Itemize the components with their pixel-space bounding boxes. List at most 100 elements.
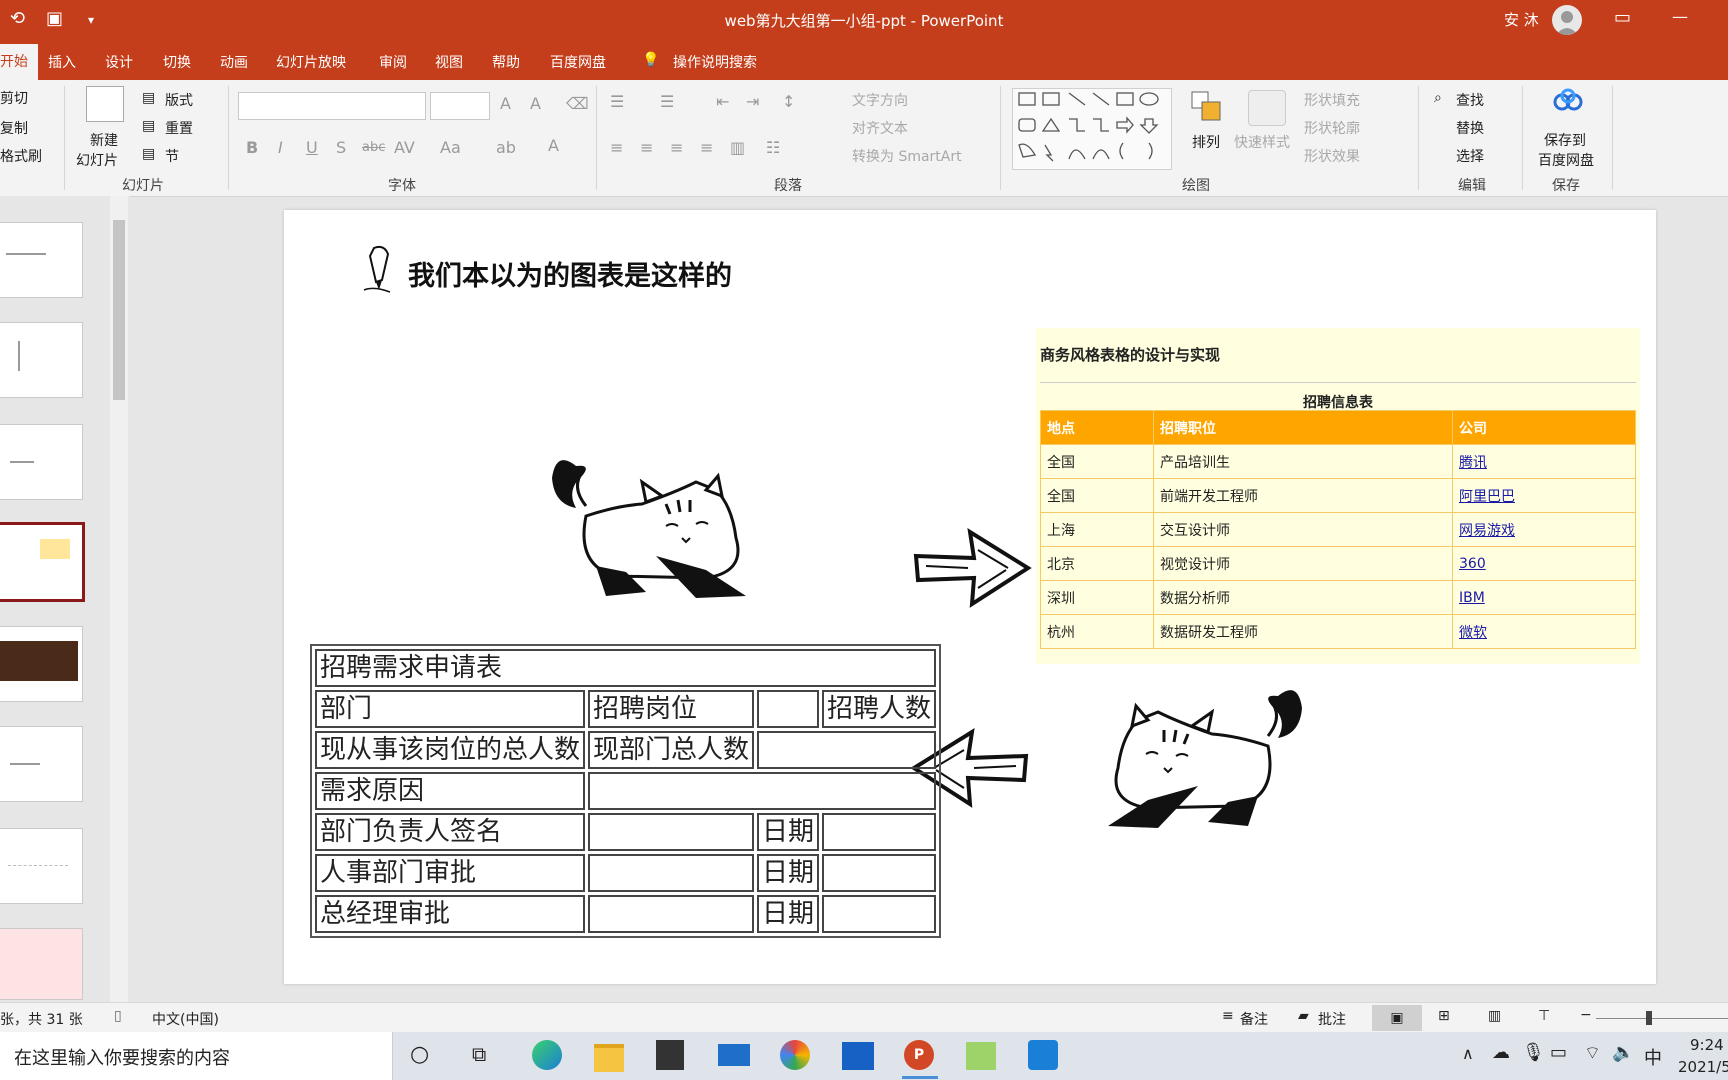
tab-insert[interactable]: 插入 — [48, 52, 76, 72]
text-direction-button[interactable]: 文字方向 — [852, 90, 908, 110]
strikethrough-button[interactable]: abc — [362, 140, 385, 155]
slide-sorter-icon[interactable]: ⊞ — [1438, 1008, 1450, 1024]
decrease-indent-icon[interactable]: ⇤ — [716, 92, 729, 111]
form-cell-empty[interactable] — [588, 854, 755, 892]
notes-button[interactable]: 备注 — [1240, 1009, 1268, 1029]
find-button[interactable]: 查找 — [1456, 90, 1484, 110]
company-link[interactable]: 阿里巴巴 — [1459, 489, 1515, 505]
format-painter-button[interactable]: 格式刷 — [0, 146, 42, 166]
quick-styles-icon[interactable] — [1248, 90, 1286, 126]
form-cell-empty[interactable] — [822, 895, 937, 933]
edge-icon[interactable] — [532, 1040, 562, 1070]
battery-icon[interactable]: ▭ — [1550, 1042, 1567, 1063]
numbering-icon[interactable]: ☰ — [660, 92, 674, 111]
arrange-icon[interactable] — [1190, 90, 1224, 124]
slide-thumbnail[interactable] — [0, 928, 83, 1000]
arrange-button[interactable]: 排列 — [1192, 132, 1220, 152]
bullets-icon[interactable]: ☰ — [610, 92, 624, 111]
slide-thumbnail[interactable] — [0, 626, 83, 702]
wifi-icon[interactable]: ⌔ — [1584, 1042, 1601, 1065]
zoom-slider[interactable] — [1596, 1018, 1728, 1019]
powerpoint-icon[interactable]: P — [904, 1040, 934, 1070]
ime-indicator[interactable]: 中 — [1644, 1044, 1662, 1070]
increase-indent-icon[interactable]: ⇥ — [746, 92, 759, 111]
tray-expand-icon[interactable]: ∧ — [1462, 1044, 1474, 1063]
copy-button[interactable]: 复制 — [0, 118, 28, 138]
shapes-gallery[interactable] — [1012, 88, 1172, 170]
zoom-out-icon[interactable]: − — [1580, 1007, 1592, 1023]
save-to-baidu-label-2[interactable]: 百度网盘 — [1538, 150, 1594, 170]
smartart-button[interactable]: 转换为 SmartArt — [852, 146, 962, 166]
new-slide-label-1[interactable]: 新建 — [90, 130, 118, 150]
scroll-thumb[interactable] — [113, 220, 125, 400]
cortana-icon[interactable]: ○ — [410, 1042, 429, 1067]
tab-review[interactable]: 审阅 — [379, 52, 407, 72]
form-cell-empty[interactable] — [757, 731, 937, 769]
layout-button[interactable]: 版式 — [165, 90, 193, 110]
save-to-baidu-label-1[interactable]: 保存到 — [1544, 130, 1586, 150]
mail-icon[interactable] — [718, 1044, 750, 1066]
columns-icon[interactable]: ▥ — [730, 138, 745, 157]
language-indicator[interactable]: 中文(中国) — [152, 1009, 219, 1029]
slide-thumbnail[interactable] — [0, 424, 83, 500]
replace-button[interactable]: 替换 — [1456, 118, 1484, 138]
shape-outline-button[interactable]: 形状轮廓 — [1304, 118, 1360, 138]
align-right-icon[interactable]: ≡ — [670, 138, 683, 157]
avatar[interactable] — [1552, 5, 1582, 35]
minimize-button[interactable]: — — [1672, 7, 1688, 26]
slide-pane-scrollbar[interactable] — [110, 196, 128, 1002]
taskbar-search-box[interactable]: 在这里输入你要搜索的内容 — [0, 1032, 393, 1080]
justify-icon[interactable]: ≡ — [700, 138, 713, 157]
bold-button[interactable]: B — [246, 138, 258, 157]
baidu-cloud-icon[interactable] — [1552, 88, 1584, 114]
ribbon-display-icon[interactable]: ▭ — [1614, 7, 1631, 28]
onedrive-icon[interactable]: ☁ — [1492, 1042, 1510, 1063]
microphone-icon[interactable]: 🎙 — [1522, 1042, 1545, 1063]
zoom-slider-thumb[interactable] — [1646, 1011, 1652, 1025]
clear-format-icon[interactable]: ⌫ — [566, 94, 589, 113]
change-case-button[interactable]: Aa — [440, 138, 461, 157]
company-link[interactable]: IBM — [1459, 590, 1485, 606]
new-slide-label-2[interactable]: 幻灯片 — [76, 150, 118, 170]
align-center-icon[interactable]: ≡ — [640, 138, 653, 157]
tell-me-search[interactable]: 操作说明搜索 — [673, 52, 757, 72]
reading-view-icon[interactable]: ▥ — [1488, 1008, 1501, 1024]
tab-baidu[interactable]: 百度网盘 — [550, 52, 606, 72]
video-app-icon[interactable] — [842, 1042, 874, 1070]
form-cell-empty[interactable] — [822, 813, 937, 851]
photos-app-icon[interactable] — [1028, 1040, 1058, 1070]
normal-view-icon[interactable]: ▣ — [1372, 1005, 1422, 1031]
align-text-button[interactable]: 对齐文本 — [852, 118, 908, 138]
select-button[interactable]: 选择 — [1456, 146, 1484, 166]
form-cell-empty[interactable] — [588, 895, 755, 933]
quick-styles-button[interactable]: 快速样式 — [1234, 132, 1290, 152]
slide-thumbnail-selected[interactable] — [0, 522, 85, 602]
reset-button[interactable]: 重置 — [165, 118, 193, 138]
font-size-box[interactable] — [430, 92, 490, 120]
company-link[interactable]: 网易游戏 — [1459, 523, 1515, 539]
distribute-icon[interactable]: ☷ — [766, 138, 780, 157]
font-color-icon[interactable]: A — [548, 136, 559, 155]
tab-home[interactable]: 开始 — [0, 44, 38, 80]
line-spacing-icon[interactable]: ↕ — [782, 92, 795, 111]
volume-icon[interactable]: 🔈 — [1612, 1042, 1634, 1063]
italic-button[interactable]: I — [278, 138, 283, 157]
slide-thumbnail[interactable] — [0, 222, 83, 298]
shadow-button[interactable]: S — [336, 138, 346, 157]
font-name-box[interactable] — [238, 92, 426, 120]
form-cell-empty[interactable] — [757, 690, 820, 728]
tab-transitions[interactable]: 切换 — [163, 52, 191, 72]
whiteboard-icon[interactable] — [966, 1042, 996, 1070]
section-button[interactable]: 节 — [165, 146, 179, 166]
comments-button[interactable]: 批注 — [1318, 1009, 1346, 1029]
company-link[interactable]: 腾讯 — [1459, 455, 1487, 471]
tab-design[interactable]: 设计 — [105, 52, 133, 72]
company-link[interactable]: 360 — [1459, 556, 1486, 572]
align-left-icon[interactable]: ≡ — [610, 138, 623, 157]
slide-thumbnail[interactable] — [0, 322, 83, 398]
highlight-icon[interactable]: ab — [496, 138, 516, 157]
shape-fill-button[interactable]: 形状填充 — [1304, 90, 1360, 110]
slideshow-icon[interactable]: ⊤ — [1538, 1008, 1550, 1024]
shrink-font-icon[interactable]: A — [530, 94, 541, 113]
shape-effects-button[interactable]: 形状效果 — [1304, 146, 1360, 166]
